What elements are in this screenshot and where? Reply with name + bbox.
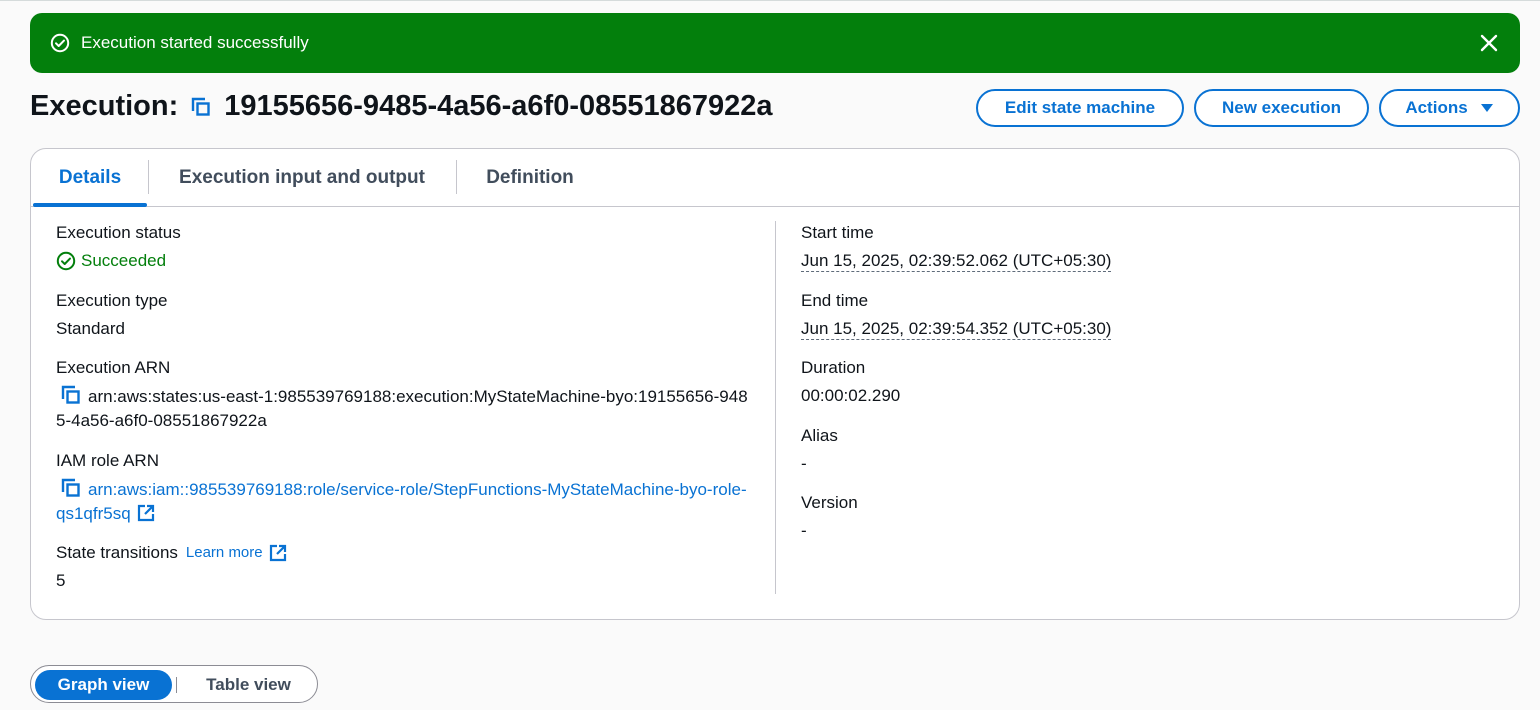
graph-view-button[interactable]: Graph view xyxy=(35,670,172,700)
state-transitions-field: State transitions Learn more 5 xyxy=(56,541,287,593)
execution-type-field: Execution type Standard xyxy=(56,289,168,341)
tab-bar: Details Execution input and output Defin… xyxy=(31,149,1519,207)
duration-field: Duration 00:00:02.290 xyxy=(801,356,900,408)
edit-state-machine-button[interactable]: Edit state machine xyxy=(976,89,1184,127)
top-divider xyxy=(0,0,1540,3)
tab-separator xyxy=(148,160,149,194)
alias-label: Alias xyxy=(801,426,838,445)
iam-role-arn-field: IAM role ARN arn:aws:iam::985539769188:r… xyxy=(56,449,756,526)
details-container: Details Execution input and output Defin… xyxy=(30,148,1520,620)
success-check-icon xyxy=(56,251,76,271)
start-time-value[interactable]: Jun 15, 2025, 02:39:52.062 (UTC+05:30) xyxy=(801,251,1112,272)
alias-value: - xyxy=(801,454,807,473)
duration-label: Duration xyxy=(801,358,866,377)
execution-status-value: Succeeded xyxy=(81,251,167,270)
execution-arn-text: arn:aws:states:us-east-1:985539769188:ex… xyxy=(56,387,748,430)
version-field: Version - xyxy=(801,491,858,543)
version-value: - xyxy=(801,521,807,540)
copy-icon[interactable] xyxy=(190,96,212,118)
column-divider xyxy=(775,221,776,594)
learn-more-link[interactable]: Learn more xyxy=(186,541,263,565)
alias-field: Alias - xyxy=(801,424,838,476)
flash-message: Execution started successfully xyxy=(81,33,309,52)
segment-separator xyxy=(176,677,177,693)
execution-status-label: Execution status xyxy=(56,223,181,242)
external-link-icon[interactable] xyxy=(269,544,287,562)
state-transitions-value: 5 xyxy=(56,571,66,590)
view-segmented-control: Graph view Table view xyxy=(30,665,318,703)
copy-icon[interactable] xyxy=(60,477,82,499)
version-label: Version xyxy=(801,493,858,512)
execution-arn-value: arn:aws:states:us-east-1:985539769188:ex… xyxy=(56,384,756,433)
check-circle-icon xyxy=(50,33,70,53)
success-flash-banner: Execution started successfully xyxy=(30,13,1520,73)
execution-type-value: Standard xyxy=(56,319,125,338)
state-transitions-label: State transitions xyxy=(56,543,178,562)
state-transitions-header: State transitions Learn more xyxy=(56,541,287,565)
duration-value: 00:00:02.290 xyxy=(801,386,901,405)
start-time-label: Start time xyxy=(801,223,874,242)
end-time-label: End time xyxy=(801,291,869,310)
end-time-field: End time Jun 15, 2025, 02:39:54.352 (UTC… xyxy=(801,289,1112,341)
copy-icon[interactable] xyxy=(60,384,82,406)
end-time-value[interactable]: Jun 15, 2025, 02:39:54.352 (UTC+05:30) xyxy=(801,319,1112,340)
iam-role-arn-value: arn:aws:iam::985539769188:role/service-r… xyxy=(56,477,756,526)
execution-type-label: Execution type xyxy=(56,291,168,310)
iam-role-arn-label: IAM role ARN xyxy=(56,451,159,470)
title-prefix: Execution: xyxy=(30,90,179,122)
caret-down-icon xyxy=(1480,103,1494,113)
page-title: Execution: 19155656-9485-4a56-a6f0-08551… xyxy=(30,90,773,123)
execution-arn-label: Execution ARN xyxy=(56,358,171,377)
actions-label: Actions xyxy=(1405,98,1468,117)
page-header: Execution: 19155656-9485-4a56-a6f0-08551… xyxy=(30,88,1520,128)
actions-dropdown-button[interactable]: Actions xyxy=(1379,89,1520,127)
external-link-icon[interactable] xyxy=(137,504,155,522)
new-execution-button[interactable]: New execution xyxy=(1194,89,1369,127)
tab-execution-input-output[interactable]: Execution input and output xyxy=(157,149,447,206)
execution-arn-field: Execution ARN arn:aws:states:us-east-1:9… xyxy=(56,356,756,433)
tab-separator xyxy=(456,160,457,194)
start-time-field: Start time Jun 15, 2025, 02:39:52.062 (U… xyxy=(801,221,1112,273)
execution-status-field: Execution status Succeeded xyxy=(56,221,181,273)
status-badge: Succeeded xyxy=(56,249,181,273)
close-icon[interactable] xyxy=(1478,32,1500,54)
iam-role-arn-link[interactable]: arn:aws:iam::985539769188:role/service-r… xyxy=(56,480,747,523)
execution-id: 19155656-9485-4a56-a6f0-08551867922a xyxy=(224,90,773,122)
table-view-button[interactable]: Table view xyxy=(191,670,306,700)
tab-definition[interactable]: Definition xyxy=(465,149,595,206)
tab-details[interactable]: Details xyxy=(33,149,147,207)
